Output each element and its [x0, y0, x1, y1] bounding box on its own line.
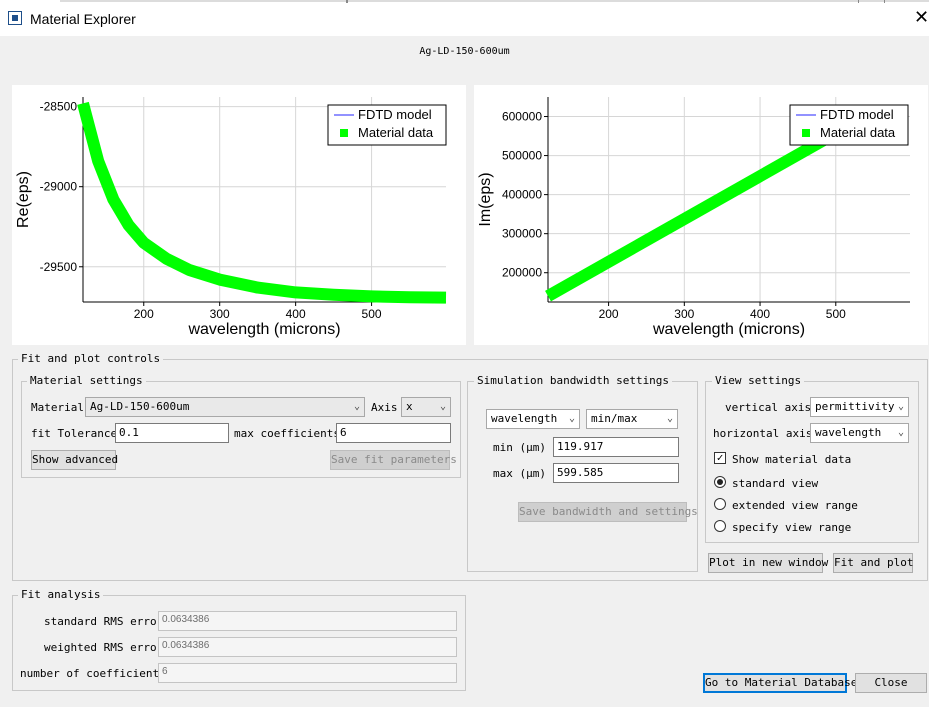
- min-label: min (μm): [493, 441, 546, 454]
- weighted-rms-label: weighted RMS error: [44, 641, 164, 654]
- taskbar-strip: [0, 0, 929, 3]
- fit-analysis-title: Fit analysis: [18, 588, 104, 601]
- bandwidth-unit-select[interactable]: wavelength ⌄: [486, 409, 580, 429]
- chevron-down-icon: ⌄: [897, 401, 904, 412]
- chevron-down-icon: ⌄: [568, 413, 575, 424]
- y-tick-label: 200000: [502, 266, 542, 280]
- number-coefficients-value: 6: [158, 663, 457, 683]
- go-to-material-database-button[interactable]: Go to Material Database: [703, 673, 857, 693]
- extended-view-label: extended view range: [732, 499, 858, 512]
- y-tick-label: -28500: [40, 100, 78, 114]
- max-label: max (μm): [493, 467, 546, 480]
- re-eps-chart-panel: 200 300 400 500 -28500 -29000 -29500 wavelength…: [12, 85, 466, 345]
- show-advanced-button[interactable]: Show advanced: [31, 450, 118, 470]
- legend-material-swatch: [802, 129, 810, 137]
- fit-and-plot-button[interactable]: Fit and plot: [833, 553, 913, 573]
- y-tick-label: 500000: [502, 149, 542, 163]
- legend-material-label: Material data: [358, 125, 434, 140]
- axis-select[interactable]: x ⌄: [401, 397, 451, 417]
- im-eps-chart-panel: 200 300 400 500 200000 300000 400000 500000 6000…: [474, 85, 928, 345]
- x-tick-label: 400: [286, 307, 306, 321]
- material-label: Material: [31, 401, 84, 414]
- view-settings-title: View settings: [712, 374, 805, 387]
- re-eps-chart: 200 300 400 500 -28500 -29000 -29500 wavelength…: [15, 97, 447, 338]
- material-select-value: Ag-LD-150-600um: [90, 400, 190, 413]
- x-axis-label: wavelength (microns): [652, 321, 805, 338]
- x-tick-label: 500: [826, 307, 846, 321]
- plot-new-window-button[interactable]: Plot in new window: [708, 553, 828, 573]
- standard-rms-value: 0.0634386: [158, 611, 457, 631]
- horizontal-axis-value: wavelength: [815, 426, 882, 439]
- fit-plot-controls-title: Fit and plot controls: [18, 352, 164, 365]
- axis-select-value: x: [406, 400, 413, 413]
- extended-view-radio[interactable]: [714, 498, 726, 510]
- horizontal-axis-select[interactable]: wavelength ⌄: [810, 423, 909, 443]
- x-tick-label: 300: [210, 307, 230, 321]
- bandwidth-range-select[interactable]: min/max ⌄: [586, 409, 678, 429]
- bandwidth-range-value: min/max: [591, 412, 638, 425]
- standard-rms-label: standard RMS error: [44, 615, 164, 628]
- standard-view-label: standard view: [732, 477, 819, 490]
- y-tick-label: 300000: [502, 227, 542, 241]
- close-icon[interactable]: ✕: [914, 7, 929, 27]
- app-icon: [8, 11, 22, 25]
- legend-fdtd-label: FDTD model: [358, 107, 432, 122]
- window-title: Material Explorer: [30, 11, 136, 27]
- x-tick-label: 200: [134, 307, 154, 321]
- y-tick-label: -29000: [40, 180, 78, 194]
- chevron-down-icon: ⌄: [897, 427, 904, 438]
- y-axis-label: Im(eps): [477, 172, 494, 226]
- horizontal-axis-label: horizontal axis: [713, 427, 813, 440]
- x-axis-label: wavelength (microns): [187, 321, 340, 338]
- max-coefficients-input[interactable]: 6: [336, 423, 451, 443]
- series-fdtd-model: [548, 120, 859, 296]
- plot-title: Ag-LD-150-600um: [419, 46, 510, 57]
- y-tick-label: 400000: [502, 188, 542, 202]
- max-coefficients-label: max coefficients: [234, 427, 340, 440]
- standard-view-radio[interactable]: [714, 476, 726, 488]
- chevron-down-icon: ⌄: [666, 413, 673, 424]
- specify-view-radio[interactable]: [714, 520, 726, 532]
- save-bandwidth-button[interactable]: Save bandwidth and settings: [518, 502, 698, 522]
- x-tick-label: 500: [362, 307, 382, 321]
- close-button[interactable]: Close: [855, 673, 927, 693]
- weighted-rms-value: 0.0634386: [158, 637, 457, 657]
- x-tick-label: 400: [750, 307, 770, 321]
- save-fit-parameters-button[interactable]: Save fit parameters: [330, 450, 457, 470]
- legend-fdtd-label: FDTD model: [820, 107, 894, 122]
- max-wavelength-input[interactable]: 599.585: [553, 463, 679, 483]
- chevron-down-icon: ⌄: [353, 401, 360, 412]
- title-bar: Material Explorer ✕: [0, 0, 929, 36]
- legend-material-swatch: [340, 129, 348, 137]
- material-select[interactable]: Ag-LD-150-600um ⌄: [85, 397, 365, 417]
- vertical-axis-label: vertical axis: [725, 401, 812, 414]
- y-tick-label: 600000: [502, 110, 542, 124]
- simulation-bandwidth-title: Simulation bandwidth settings: [474, 374, 673, 387]
- show-material-data-checkbox[interactable]: ✓: [714, 452, 726, 464]
- im-eps-chart: 200 300 400 500 200000 300000 400000 500000 6000…: [477, 97, 910, 338]
- vertical-axis-select[interactable]: permittivity ⌄: [810, 397, 909, 417]
- legend-material-label: Material data: [820, 125, 896, 140]
- number-coefficients-label: number of coefficients: [20, 667, 166, 680]
- x-tick-label: 200: [599, 307, 619, 321]
- axis-label: Axis: [371, 401, 398, 414]
- min-wavelength-input[interactable]: 119.917: [553, 437, 679, 457]
- fit-tolerance-label: fit Tolerance: [31, 427, 118, 440]
- y-axis-label: Re(eps): [15, 171, 32, 228]
- bandwidth-unit-value: wavelength: [491, 412, 558, 425]
- material-settings-title: Material settings: [27, 374, 146, 387]
- y-tick-label: -29500: [40, 260, 78, 274]
- chevron-down-icon: ⌄: [439, 401, 446, 412]
- fit-tolerance-input[interactable]: 0.1: [115, 423, 229, 443]
- x-tick-label: 300: [674, 307, 694, 321]
- specify-view-label: specify view range: [732, 521, 852, 534]
- vertical-axis-value: permittivity: [815, 400, 895, 413]
- show-material-data-label: Show material data: [732, 453, 852, 466]
